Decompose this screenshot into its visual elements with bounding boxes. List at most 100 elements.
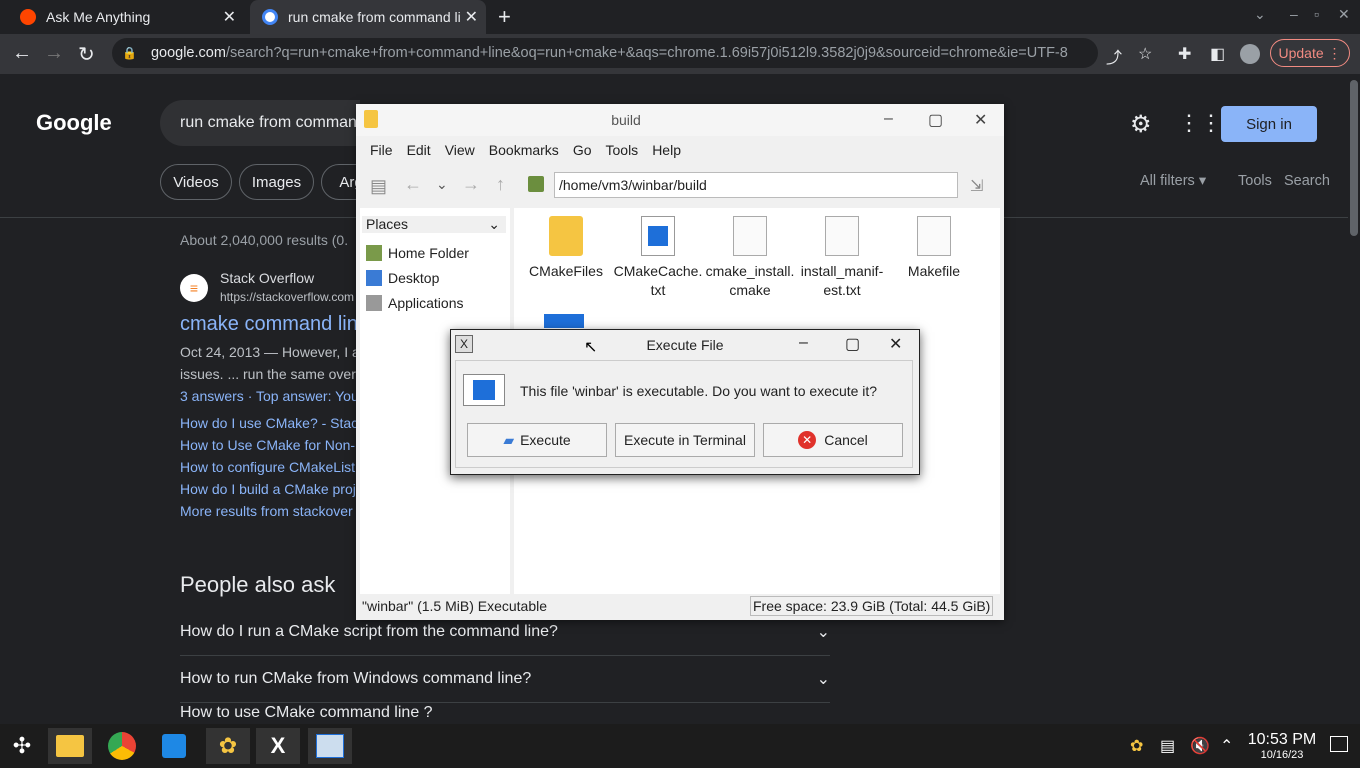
places-header[interactable]: Places ⌄ [362, 216, 506, 233]
file-item-makefile[interactable]: Makefile [888, 216, 980, 281]
clock-time[interactable]: 10:53 PM [1240, 731, 1324, 749]
side-panel-icon[interactable]: ◧ [1210, 44, 1225, 64]
forward-icon[interactable]: → [44, 42, 64, 65]
minimize-icon[interactable]: – [884, 110, 893, 128]
desktop-icon [366, 270, 382, 286]
result-url[interactable]: https://stackoverflow.com [220, 290, 354, 304]
back-icon[interactable]: ← [12, 42, 32, 65]
home-icon[interactable] [528, 176, 544, 192]
lock-icon: 🔒 [122, 46, 137, 60]
sign-in-button[interactable]: Sign in [1221, 106, 1317, 142]
clock-date[interactable]: 10/16/23 [1240, 749, 1324, 761]
result-sublink[interactable]: How to Use CMake for Non-I [180, 437, 359, 453]
dialog-taskbar-icon[interactable] [308, 728, 352, 764]
start-menu-icon[interactable]: ✣ [0, 728, 44, 764]
clipboard-icon[interactable]: ▤ [1160, 736, 1175, 756]
chevron-down-icon: ⌄ [816, 671, 830, 688]
extensions-icon[interactable]: ✚ [1178, 44, 1191, 64]
home-folder-icon [366, 245, 382, 261]
file-item-cmakefiles[interactable]: CMakeFiles [520, 216, 612, 281]
tab-google-search[interactable]: run cmake from command li ✕ [250, 0, 486, 34]
place-label: Applications [388, 295, 464, 311]
tab-ask-me-anything[interactable]: Ask Me Anything ✕ [8, 0, 244, 34]
menu-bookmarks[interactable]: Bookmarks [489, 142, 559, 158]
cancel-icon: ✕ [798, 431, 817, 449]
close-icon[interactable]: ✕ [889, 334, 902, 354]
path-input[interactable]: /home/vm3/winbar/build [554, 172, 958, 198]
close-icon[interactable]: ✕ [974, 110, 987, 130]
menu-edit[interactable]: Edit [407, 142, 431, 158]
new-tab-icon[interactable]: + [498, 4, 511, 30]
file-manager-titlebar[interactable]: build – ▢ ✕ [356, 104, 1004, 136]
menu-file[interactable]: File [370, 142, 393, 158]
forward-icon[interactable]: → [462, 174, 480, 195]
update-button[interactable]: Update ⋮ [1270, 39, 1350, 67]
result-sublink[interactable]: How do I use CMake? - Stack [180, 415, 365, 431]
result-title-link[interactable]: cmake command lin [180, 313, 358, 336]
execute-button[interactable]: ▰ Execute [467, 423, 607, 457]
menu-go[interactable]: Go [573, 142, 592, 158]
bookmark-star-icon[interactable]: ☆ [1138, 44, 1152, 64]
result-sublink[interactable]: More results from stackover [180, 503, 353, 519]
dialog-message: This file 'winbar' is executable. Do you… [520, 383, 878, 399]
share-icon[interactable]: ⤴ [1106, 44, 1122, 68]
file-item-cmake-install[interactable]: cmake_install. cmake [704, 216, 796, 300]
result-answers-link[interactable]: 3 answers · Top answer: You [180, 388, 359, 404]
folder-icon [549, 216, 583, 256]
bee-app-taskbar-icon[interactable]: ✿ [206, 728, 250, 764]
up-icon[interactable]: ↑ [496, 174, 505, 195]
close-icon[interactable]: ✕ [223, 7, 236, 27]
question-item[interactable]: How to run CMake from Windows command li… [180, 656, 830, 703]
maximize-icon[interactable]: ▫ [1314, 6, 1319, 22]
chip-videos[interactable]: Videos [160, 164, 232, 200]
chevron-up-icon[interactable]: ⌃ [1220, 736, 1233, 756]
menu-tools[interactable]: Tools [606, 142, 639, 158]
question-item[interactable]: How to use CMake command line ? [180, 703, 830, 723]
status-bar: "winbar" (1.5 MiB) Executable Free space… [356, 594, 1004, 620]
menu-view[interactable]: View [445, 142, 475, 158]
scrollbar-thumb[interactable] [1350, 80, 1358, 236]
apps-grid-icon[interactable]: ⋮⋮ [1178, 110, 1222, 136]
reload-icon[interactable]: ↻ [78, 42, 95, 67]
gear-icon[interactable]: ⚙ [1130, 110, 1152, 139]
place-applications[interactable]: Applications [366, 295, 464, 311]
notifications-icon[interactable] [1330, 736, 1348, 752]
address-bar[interactable]: 🔒 google.com /search?q=run+cmake+from+co… [112, 38, 1098, 68]
chevron-down-icon[interactable]: ⌄ [436, 176, 448, 193]
profile-icon[interactable] [1240, 44, 1260, 64]
file-manager-taskbar-icon[interactable] [48, 728, 92, 764]
file-item-install-manifest[interactable]: install_manif- est.txt [796, 216, 888, 300]
maximize-icon[interactable]: ▢ [928, 110, 943, 130]
close-icon[interactable]: ✕ [465, 7, 478, 27]
tray-bee-icon[interactable]: ✿ [1130, 736, 1143, 756]
close-icon[interactable]: ✕ [1338, 6, 1350, 23]
all-filters-button[interactable]: All filters ▾ [1140, 173, 1206, 189]
x-app-taskbar-icon[interactable]: X [256, 728, 300, 764]
place-home-folder[interactable]: Home Folder [366, 245, 469, 261]
chrome-taskbar-icon[interactable] [100, 728, 144, 764]
executable-file-icon[interactable] [544, 314, 584, 328]
safesearch-button[interactable]: Search [1284, 173, 1330, 189]
google-icon [262, 9, 278, 25]
maximize-icon[interactable]: ▢ [845, 334, 860, 354]
minimize-icon[interactable]: – [1290, 6, 1298, 22]
side-pane-icon[interactable]: ▤ [370, 176, 387, 197]
file-item-cmakecache[interactable]: CMakeCache. txt [612, 216, 704, 300]
result-sublink[interactable]: How do I build a CMake proj [180, 481, 356, 497]
tools-button[interactable]: Tools [1238, 173, 1272, 189]
chevron-down-icon[interactable]: ⌄ [1254, 6, 1266, 23]
menu-help[interactable]: Help [652, 142, 681, 158]
go-arrow-icon[interactable]: ⇲ [970, 176, 983, 196]
minimize-icon[interactable]: – [799, 334, 808, 352]
search-input[interactable]: run cmake from comman [160, 100, 360, 146]
google-logo[interactable]: Google [36, 110, 112, 136]
result-sublink[interactable]: How to configure CMakeList [180, 459, 355, 475]
execute-in-terminal-button[interactable]: Execute in Terminal [615, 423, 755, 457]
place-desktop[interactable]: Desktop [366, 270, 439, 286]
mute-icon[interactable]: 🔇 [1190, 736, 1210, 756]
back-icon[interactable]: ← [404, 174, 422, 195]
result-snippet: Oct 24, 2013 — However, I ar [180, 344, 365, 360]
cancel-button[interactable]: ✕ Cancel [763, 423, 903, 457]
chip-images[interactable]: Images [239, 164, 314, 200]
store-taskbar-icon[interactable] [152, 728, 196, 764]
